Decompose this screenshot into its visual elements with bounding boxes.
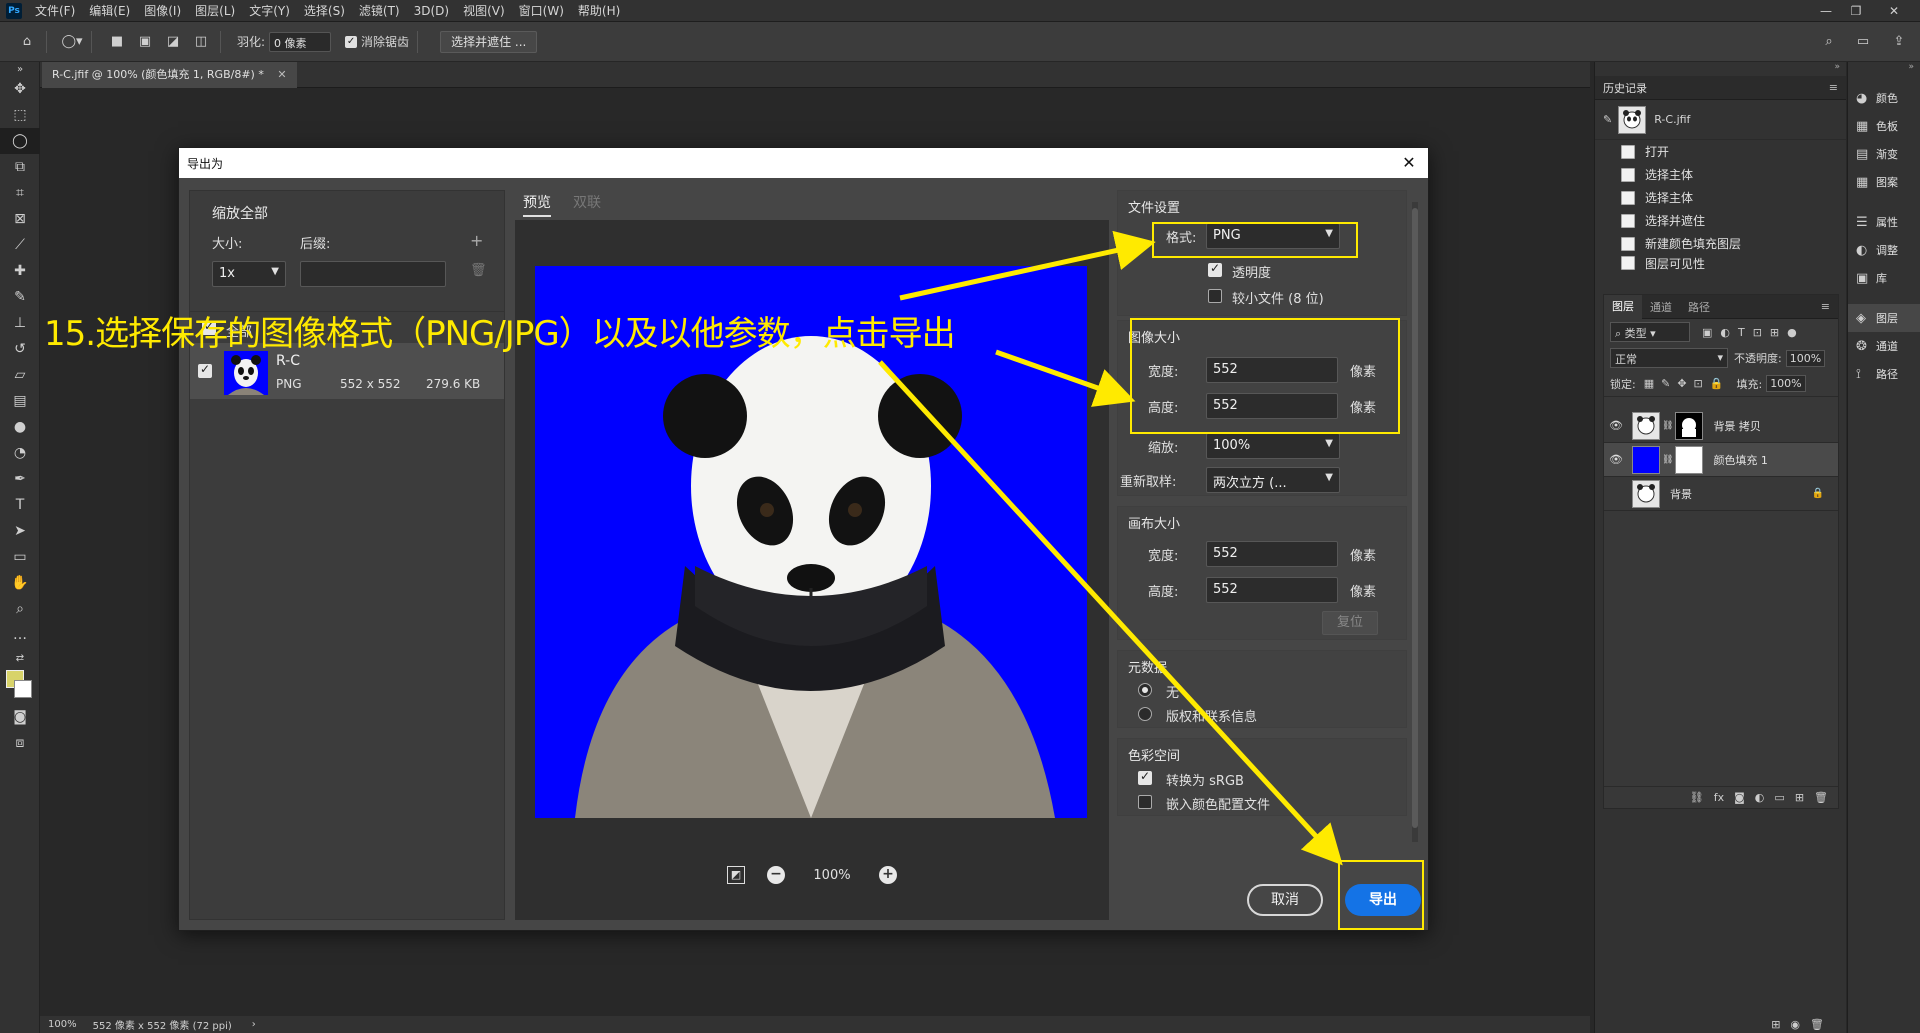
arrow-to-format: [899, 230, 1156, 301]
annotation-arrows: [878, 230, 1343, 866]
arrow-to-export: [878, 360, 1343, 866]
arrow-to-image-size: [995, 349, 1136, 407]
tutorial-annotation: 15.选择保存的图像格式（PNG/JPG）以及以他参数，点击导出: [44, 314, 956, 354]
